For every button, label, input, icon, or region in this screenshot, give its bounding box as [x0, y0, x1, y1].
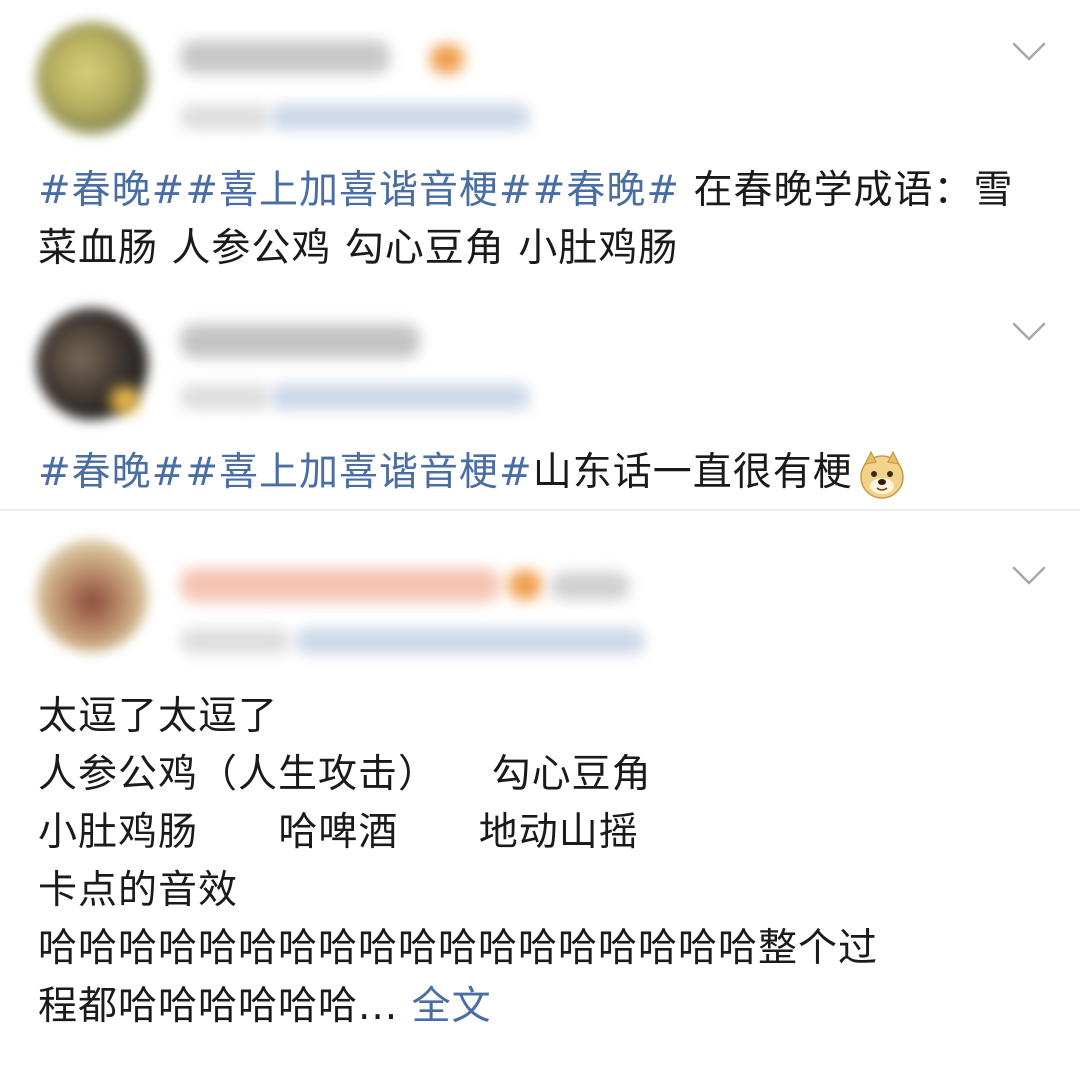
username-blurred[interactable] — [180, 568, 500, 602]
post-content: #春晚##喜上加喜谐音梗##春晚# 在春晚学成语：雪 菜血肠 人参公鸡 勾心豆角… — [38, 162, 1040, 278]
avatar[interactable] — [36, 540, 148, 652]
post-text-line: 卡点的音效 — [38, 868, 239, 913]
chevron-down-icon[interactable] — [1012, 322, 1046, 342]
post-text-line: 程都哈哈哈哈哈哈... — [38, 984, 399, 1029]
vip-badge — [508, 570, 542, 600]
topic-link[interactable]: #春晚# — [38, 450, 185, 495]
post-text: 山东话一直很有梗 — [532, 450, 853, 495]
divider — [0, 509, 1080, 511]
topic-link[interactable]: #春晚# — [533, 168, 680, 213]
avatar[interactable] — [36, 22, 148, 134]
post-text-line: 太逗了太逗了 — [38, 694, 279, 739]
post-meta-blurred — [180, 104, 270, 130]
level-badge-blurred — [550, 572, 630, 600]
vip-badge — [110, 386, 140, 414]
post-text-line: 人参公鸡（人生攻击） 勾心豆角 — [38, 752, 652, 797]
post-3[interactable]: 太逗了太逗了 人参公鸡（人生攻击） 勾心豆角 小肚鸡肠 哈啤酒 地动山摇 卡点的… — [0, 512, 1080, 1073]
topic-link[interactable]: #春晚# — [38, 168, 185, 213]
post-1[interactable]: #春晚##喜上加喜谐音梗##春晚# 在春晚学成语：雪 菜血肠 人参公鸡 勾心豆角… — [0, 0, 1080, 300]
post-text: 在春晚学成语：雪 — [680, 168, 1014, 213]
chevron-down-icon[interactable] — [1012, 566, 1046, 586]
post-content: #春晚##喜上加喜谐音梗#山东话一直很有梗 — [38, 444, 1040, 502]
username-blurred[interactable] — [180, 40, 390, 74]
expand-full-text-link[interactable]: 全文 — [412, 984, 492, 1029]
username-blurred[interactable] — [180, 324, 420, 358]
doge-emoji — [859, 450, 904, 499]
post-text: 菜血肠 人参公鸡 勾心豆角 小肚鸡肠 — [38, 226, 679, 271]
chevron-down-icon[interactable] — [1012, 42, 1046, 62]
post-text-line: 小肚鸡肠 哈啤酒 地动山摇 — [38, 810, 639, 855]
vip-badge — [430, 44, 464, 74]
post-text-line: 哈哈哈哈哈哈哈哈哈哈哈哈哈哈哈哈哈哈整个过 — [38, 926, 879, 971]
post-content: 太逗了太逗了 人参公鸡（人生攻击） 勾心豆角 小肚鸡肠 哈啤酒 地动山摇 卡点的… — [38, 688, 1040, 1036]
post-source-blurred — [270, 384, 530, 410]
post-2[interactable]: #春晚##喜上加喜谐音梗#山东话一直很有梗 — [0, 300, 1080, 510]
post-meta-blurred — [180, 628, 290, 654]
topic-link[interactable]: #喜上加喜谐音梗# — [185, 168, 532, 213]
weibo-comment-feed: #春晚##喜上加喜谐音梗##春晚# 在春晚学成语：雪 菜血肠 人参公鸡 勾心豆角… — [0, 0, 1080, 1073]
topic-link[interactable]: #喜上加喜谐音梗# — [185, 450, 532, 495]
post-source-blurred — [270, 104, 530, 130]
post-source-blurred — [295, 628, 645, 654]
post-meta-blurred — [180, 384, 270, 410]
